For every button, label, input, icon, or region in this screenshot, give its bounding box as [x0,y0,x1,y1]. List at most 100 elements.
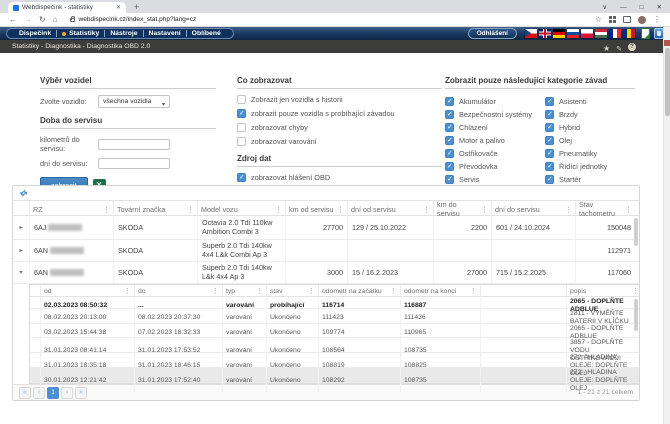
help-icon[interactable]: ? [628,43,636,51]
checkbox-obd[interactable] [237,173,246,182]
column-menu-icon[interactable] [565,205,572,214]
back-icon[interactable]: ← [9,16,17,24]
col-header-odo-start[interactable]: odometr na začátku [318,285,400,297]
checkbox-errors[interactable] [237,123,246,132]
vehicle-row[interactable]: 6AJ SKODA Octavia 2.0 Tdi 110kw Ambition… [13,216,639,240]
menu-item-oblibene[interactable]: Oblíbené [186,30,226,37]
col-header-dni-do[interactable]: dní do servisu [491,201,575,217]
new-tab-button[interactable]: + [134,2,139,12]
checkbox-history[interactable] [237,95,246,104]
flag-polish-icon[interactable] [581,29,593,38]
reload-icon[interactable]: ↻ [39,16,46,24]
event-row[interactable]: 08.02.2023 20:13:00 08.02.2023 20:37:30 … [30,309,639,324]
col-header-rz[interactable]: RZ [29,201,113,217]
event-row-selected[interactable]: 30.01.2023 12:21:42 31.01.2023 17:52:40 … [30,368,639,383]
vehicle-row-expanded[interactable]: 6AN SKODA Superb 2.0 Tdi 140kw L&k 4x4 A… [13,262,639,284]
checkbox-ostrikovace[interactable] [445,149,454,158]
checkbox-motor[interactable] [445,136,454,145]
expand-all-icon[interactable] [18,187,29,198]
column-menu-icon[interactable] [337,205,344,214]
column-menu-icon[interactable] [390,287,397,295]
column-menu-icon[interactable] [275,205,282,214]
pin-icon[interactable] [616,38,622,56]
checkbox-olej[interactable] [545,136,554,145]
checkbox-prevodovka[interactable] [445,162,454,171]
extensions-icon[interactable] [609,16,616,23]
checkbox-starter[interactable] [545,175,554,184]
col-header-km-do[interactable]: km do servisu [433,201,491,217]
column-menu-icon[interactable] [124,287,131,295]
row-expander-icon[interactable] [13,216,29,239]
column-menu-icon[interactable] [470,287,477,295]
table-scrollbar-thumb[interactable] [634,218,638,246]
checkbox-ridici-jednotky[interactable] [545,162,554,171]
column-menu-icon[interactable] [625,205,632,214]
col-header-stav[interactable]: stav [266,285,318,297]
home-icon[interactable]: ⌂ [53,16,58,24]
col-header-km-od[interactable]: km od servisu [285,201,347,217]
row-collapse-icon[interactable] [13,262,29,283]
column-menu-icon[interactable] [481,205,488,214]
checkbox-servis[interactable] [445,175,454,184]
column-menu-icon[interactable] [256,287,263,295]
column-menu-icon[interactable] [632,287,639,295]
column-menu-icon[interactable] [423,205,430,214]
browser-scrollbar[interactable] [663,27,670,424]
checkbox-pneumatiky[interactable] [545,149,554,158]
subtable-scrollbar-thumb[interactable] [634,299,638,331]
column-menu-icon[interactable] [187,205,194,214]
checkbox-hybrid[interactable] [545,123,554,132]
checkbox-asistenti[interactable] [545,97,554,106]
event-row[interactable]: 03.02.2023 15:44:38 07.02.2023 18:32:33 … [30,324,639,338]
side-panel-icon[interactable] [623,16,631,23]
col-header-do[interactable]: do [134,285,222,297]
url-bar[interactable]: webdispecink.cz/index_stat.php?lang=cz [65,15,588,25]
vehicle-row[interactable]: 6AN SKODA Superb 2.0 Tdi 140kw 4x4 L&k C… [13,240,639,262]
menu-item-nastaveni[interactable]: Nastavení [143,30,186,37]
col-header-od[interactable]: od [40,285,134,297]
event-row[interactable]: 02.03.2023 08:50:32 ... varování probíha… [30,297,639,309]
checkbox-warnings[interactable] [237,137,246,146]
lock-icon[interactable] [70,18,75,22]
checkbox-akumulator[interactable] [445,97,454,106]
vehicle-select[interactable]: všechna vozidla [98,95,170,108]
bookmark-star-icon[interactable]: ☆ [595,16,602,24]
menu-item-nastroje[interactable]: Nástroje [104,30,142,37]
browser-menu-icon[interactable]: ⋮ [653,16,661,24]
minimize-button[interactable]: — [620,5,627,12]
col-header-tacho[interactable]: Stav tachometru [575,201,635,217]
maximize-button[interactable]: □ [640,5,644,12]
favorite-star-icon[interactable] [603,38,610,56]
event-row[interactable]: 31.01.2023 08:41:14 31.01.2023 17:53:52 … [30,338,639,353]
checkbox-bezpecnostni[interactable] [445,110,454,119]
tab-search-icon[interactable]: ∨ [602,5,607,12]
document-icon[interactable] [641,28,650,39]
flag-slovak-icon[interactable] [567,29,579,38]
tab-close-icon[interactable]: ✕ [116,4,121,11]
col-header-dni-od[interactable]: dní od servisu [347,201,433,217]
checkbox-chlazeni[interactable] [445,123,454,132]
forward-icon[interactable]: → [24,16,32,24]
col-header-popis[interactable]: popis [566,285,642,297]
menu-item-statistiky[interactable]: Statistiky [56,30,104,37]
column-menu-icon[interactable] [103,205,110,214]
row-expander-icon[interactable] [13,240,29,261]
checkbox-active-fault[interactable] [237,109,246,118]
col-header-typ[interactable]: typ [222,285,266,297]
menu-item-dispecink[interactable]: Dispečink [14,30,56,37]
col-header-model[interactable]: Model vozu [197,201,285,217]
flag-english-icon[interactable] [539,29,551,38]
km-to-service-input[interactable] [98,139,170,150]
column-menu-icon[interactable] [308,287,315,295]
col-header-odo-end[interactable]: odometr na konci [400,285,480,297]
scrollbar-thumb[interactable] [665,48,670,116]
column-menu-icon[interactable] [212,287,219,295]
browser-tab[interactable]: Webdispečink - statistiky ✕ [8,2,126,13]
checkbox-brzdy[interactable] [545,110,554,119]
col-header-brand[interactable]: Tovární značka [113,201,197,217]
profile-avatar[interactable] [638,16,646,24]
days-to-service-input[interactable] [98,158,170,169]
logout-button[interactable]: Odhlášení [468,28,517,39]
flag-german-icon[interactable] [553,29,565,38]
close-button[interactable]: ✕ [657,5,662,12]
